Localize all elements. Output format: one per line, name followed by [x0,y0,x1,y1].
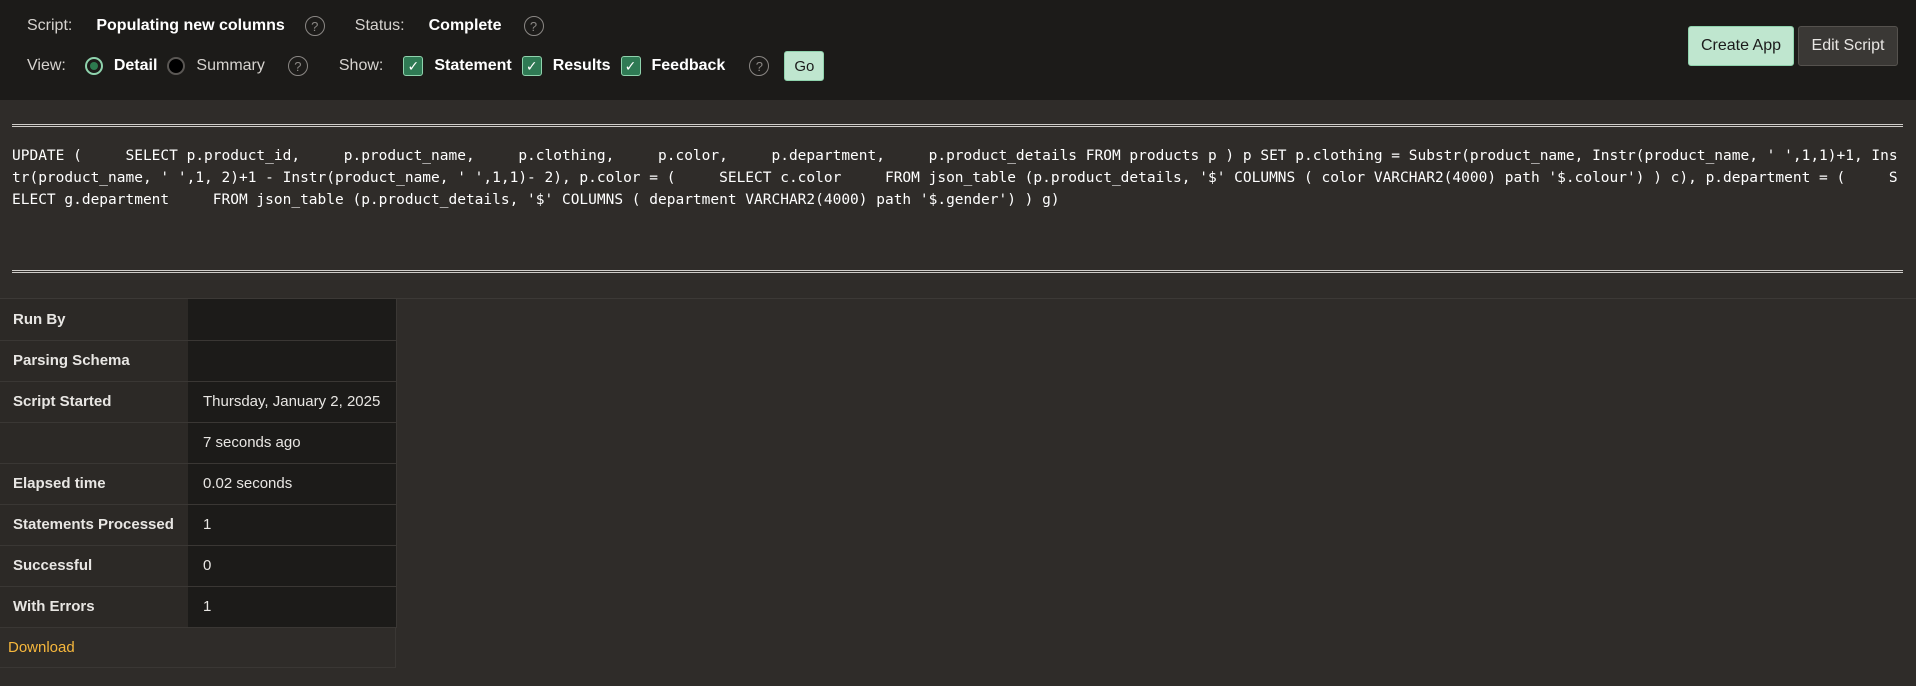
header-bar: Script: Populating new columns ? Status:… [0,0,1916,100]
show-help-icon[interactable]: ? [749,56,770,76]
successful-value: 0 [188,545,397,587]
view-detail-radio[interactable] [84,57,103,75]
create-app-button[interactable]: Create App [1688,26,1794,66]
show-statement-label[interactable]: Statement [434,57,511,75]
statement-bottom-divider [12,270,1903,273]
script-label: Script: [27,17,73,34]
with-errors-label: With Errors [0,586,188,628]
status-help-icon[interactable]: ? [523,16,544,36]
run-by-label: Run By [0,299,188,341]
script-help-icon[interactable]: ? [304,16,325,36]
elapsed-time-label: Elapsed time [0,463,188,505]
table-row: With Errors 1 [0,586,397,628]
status-label: Status: [354,17,405,34]
show-results-label[interactable]: Results [553,57,611,75]
download-link[interactable]: Download [0,627,396,668]
view-help-icon[interactable]: ? [287,56,308,76]
statements-processed-label: Statements Processed [0,504,188,546]
table-row: Script Started Thursday, January 2, 2025 [0,381,397,423]
view-show-row: View: Detail Summary ? Show: ✓ Statement… [0,50,825,82]
show-label: Show: [338,57,384,74]
with-errors-value: 1 [188,586,397,628]
go-button[interactable]: Go [784,51,825,81]
script-name: Populating new columns [96,17,285,34]
show-feedback-label[interactable]: Feedback [652,57,726,75]
successful-label: Successful [0,545,188,587]
radio-dot-icon [89,62,98,70]
show-results-checkbox[interactable]: ✓ [521,56,542,76]
view-label: View: [27,57,66,74]
table-row: Elapsed time 0.02 seconds [0,463,397,505]
script-started-label: Script Started [0,381,188,423]
script-status-row: Script: Populating new columns ? Status:… [0,10,544,42]
statements-processed-value: 1 [188,504,397,546]
run-details-table: Run By Parsing Schema Script Started Thu… [0,299,397,628]
status-value: Complete [428,17,502,34]
view-summary-radio[interactable] [167,57,186,75]
script-started-value: Thursday, January 2, 2025 [188,381,397,423]
relative-time-value: 7 seconds ago [188,422,397,464]
table-row: Run By [0,299,397,341]
show-statement-checkbox[interactable]: ✓ [403,56,424,76]
parsing-schema-label: Parsing Schema [0,340,188,382]
parsing-schema-value [188,340,397,382]
run-by-value [188,299,397,341]
statement-text: UPDATE ( SELECT p.product_id, p.product_… [12,148,1898,208]
relative-time-label [0,422,188,464]
statement-top-divider [12,124,1903,127]
table-row: Statements Processed 1 [0,504,397,546]
table-row: Parsing Schema [0,340,397,382]
table-row: 7 seconds ago [0,422,397,464]
view-summary-label[interactable]: Summary [196,57,264,75]
table-row: Successful 0 [0,545,397,587]
view-detail-label[interactable]: Detail [114,57,158,75]
show-feedback-checkbox[interactable]: ✓ [620,56,641,76]
elapsed-time-value: 0.02 seconds [188,463,397,505]
edit-script-button[interactable]: Edit Script [1798,26,1898,66]
